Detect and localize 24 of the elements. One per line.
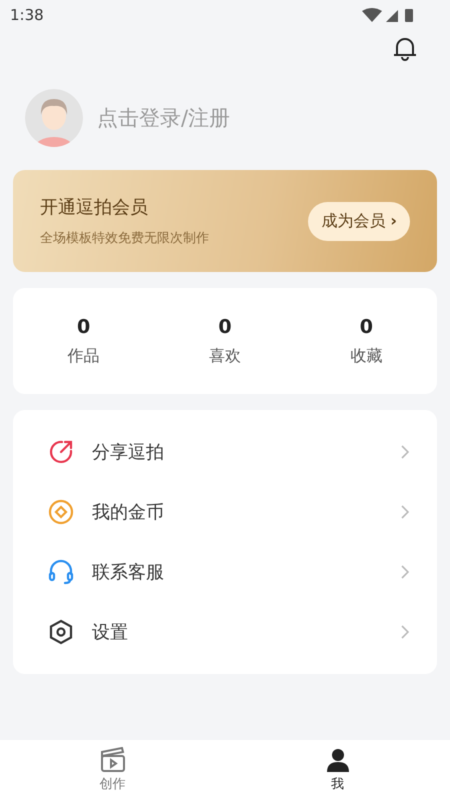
notification-bell-icon[interactable]: [393, 36, 417, 62]
stat-value: 0: [360, 316, 373, 338]
me-tab[interactable]: 我: [225, 740, 450, 800]
status-time: 1:38: [10, 6, 44, 24]
chevron-right-icon: [401, 445, 409, 459]
stat-value: 0: [77, 316, 90, 338]
person-icon: [324, 747, 350, 773]
chevron-right-icon: [401, 505, 409, 519]
menu-item[interactable]: 设置: [92, 620, 401, 644]
clapperboard-icon: [100, 747, 126, 773]
chevron-right-icon: [401, 625, 409, 639]
create-tab[interactable]: 创作: [0, 740, 225, 800]
menu-item[interactable]: 我的金币: [92, 500, 401, 524]
chevron-right-icon: [401, 565, 409, 579]
menu-item[interactable]: 分享逗拍: [92, 440, 401, 464]
become-member-button[interactable]: 成为会员 ›: [308, 202, 410, 240]
menu-item[interactable]: 联系客服: [92, 560, 401, 584]
stat-value: 0: [218, 316, 232, 338]
stat-label[interactable]: 收藏: [350, 346, 382, 366]
stat-label[interactable]: 喜欢: [208, 346, 241, 366]
vip-title: 开通逗拍会员: [40, 196, 149, 219]
stat-label[interactable]: 作品: [68, 346, 100, 366]
vip-subtitle: 全场模板特效免费无限次制作: [40, 230, 209, 247]
status-icons: [362, 7, 416, 23]
